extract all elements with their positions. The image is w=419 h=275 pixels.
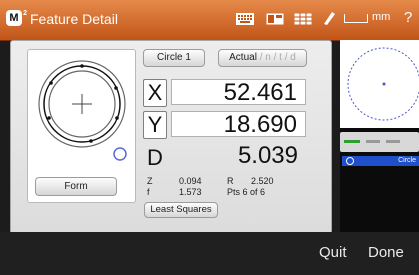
preview-circle-icon	[347, 47, 419, 121]
x-value: 52.461	[171, 79, 306, 106]
bottom-bar	[0, 232, 419, 275]
keyboard-icon[interactable]	[236, 13, 254, 25]
mode-active-label: Actual	[229, 52, 257, 63]
circle-feature-icon	[346, 157, 354, 165]
live-view-panel[interactable]	[340, 40, 419, 128]
mode-other-label: / n / t / d	[256, 52, 296, 63]
form-button[interactable]: Form	[35, 177, 117, 196]
x-axis-button[interactable]: X	[143, 79, 167, 107]
feature-detail-panel: Form Circle 1 Actual / n / t / d X 52.46…	[10, 40, 332, 234]
y-axis-button[interactable]: Y	[143, 111, 167, 139]
tab-indicator-icon	[344, 140, 400, 143]
feature-list-row[interactable]: Circle	[342, 156, 419, 166]
fit-method-button[interactable]: Least Squares	[144, 202, 218, 218]
y-value: 18.690	[171, 111, 306, 138]
app-window: M2 Feature Detail mm ? Form Circle 1 Act…	[0, 0, 419, 275]
z-label: Z	[147, 176, 153, 186]
diameter-value: 5.039	[237, 142, 298, 169]
help-button[interactable]: ?	[404, 9, 412, 26]
f-value: 1.573	[179, 187, 202, 197]
probe-icon[interactable]	[322, 10, 336, 26]
ruler-icon[interactable]	[344, 14, 368, 23]
units-label[interactable]: mm	[372, 11, 390, 23]
quit-button[interactable]: Quit	[319, 244, 347, 261]
diameter-label: D	[147, 145, 163, 170]
app-logo: M2	[6, 10, 27, 26]
display-icon[interactable]	[266, 13, 284, 25]
z-value: 0.094	[179, 176, 202, 186]
grid-icon[interactable]	[294, 13, 312, 25]
points-count: Pts 6 of 6	[227, 187, 266, 197]
feature-list-panel: Circle	[340, 128, 419, 232]
feature-select-button[interactable]: Circle 1	[143, 49, 205, 67]
feature-list-tabs[interactable]	[340, 132, 419, 152]
done-button[interactable]: Done	[368, 244, 404, 261]
feature-list-row-label: Circle	[398, 157, 416, 164]
mode-select-button[interactable]: Actual / n / t / d	[218, 49, 307, 67]
title-bar: M2 Feature Detail mm ?	[0, 0, 419, 41]
r-value: 2.520	[251, 176, 274, 186]
r-label: R	[227, 176, 234, 186]
window-title: Feature Detail	[30, 11, 118, 27]
f-label: f	[147, 187, 150, 197]
